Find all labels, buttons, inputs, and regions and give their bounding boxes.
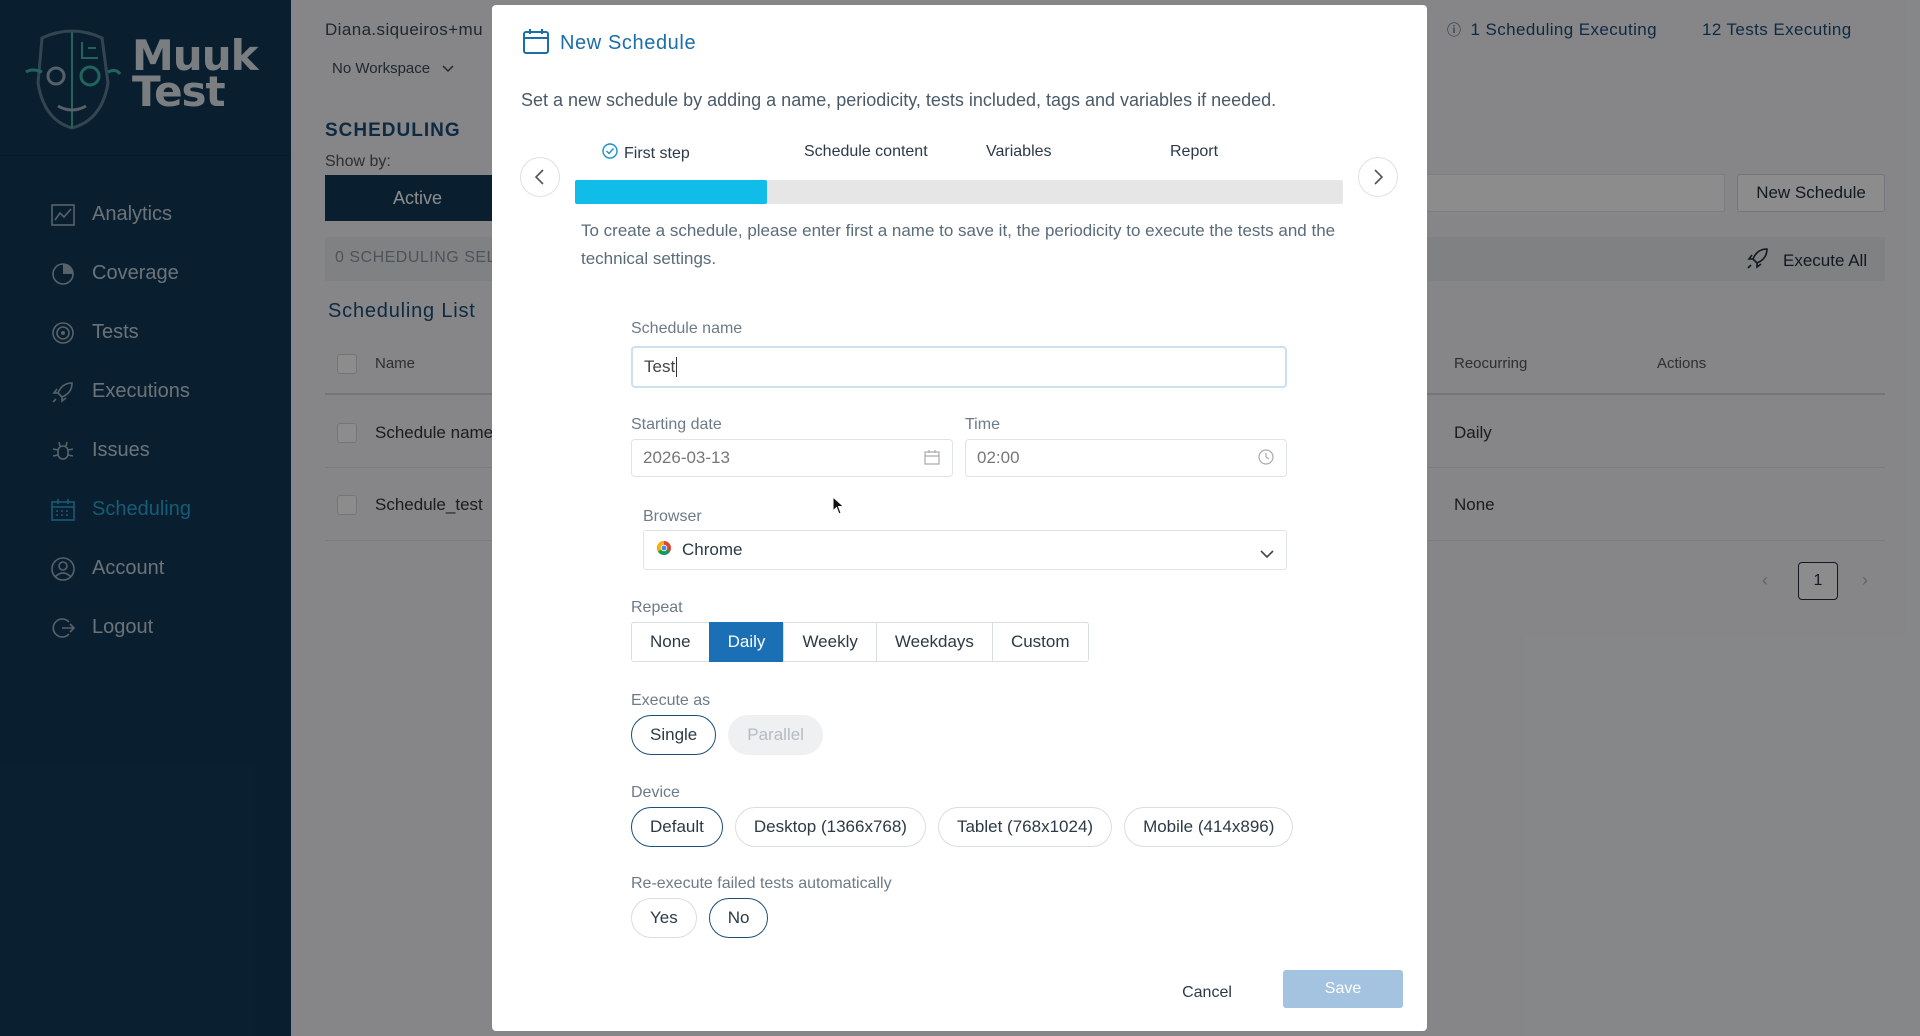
step-label: Variables [986,143,1052,160]
next-step-button[interactable] [1358,157,1398,197]
step-indicator: First step Schedule content Variables Re… [602,143,1242,167]
browser-select[interactable]: Chrome [643,530,1287,570]
device-desktop[interactable]: Desktop (1366x768) [734,807,926,847]
execute-as-options: Single Parallel [631,715,823,755]
new-schedule-modal: New Schedule Set a new schedule by addin… [492,5,1427,1031]
execute-as-label: Execute as [631,692,711,709]
chevron-right-icon [1374,169,1384,185]
step-label: Schedule content [804,143,928,160]
reexecute-no[interactable]: No [708,898,769,938]
chevron-left-icon [534,169,544,185]
step-label: First step [624,144,690,162]
starting-date-value: 2026-03-13 [643,448,730,467]
execute-as-parallel[interactable]: Parallel [728,715,823,755]
modal-description: Set a new schedule by adding a name, per… [521,90,1277,110]
reexecute-yes[interactable]: Yes [631,898,697,938]
cancel-button[interactable]: Cancel [1172,977,1242,1009]
step-label: Report [1170,143,1219,160]
reexecute-label: Re-execute failed tests automatically [631,875,892,892]
modal-header: New Schedule [522,27,696,60]
time-value: 02:00 [977,448,1020,467]
step-progress-fill [575,180,767,204]
step-progress-bar [575,180,1343,204]
device-default[interactable]: Default [631,807,723,847]
text-caret [676,357,678,377]
schedule-name-value: Test [644,357,676,376]
calendar-icon [522,27,550,60]
step-first[interactable]: First step [602,143,690,164]
execute-as-single[interactable]: Single [631,715,717,755]
starting-date-label: Starting date [631,416,722,433]
prev-step-button[interactable] [520,157,560,197]
repeat-option-weekly[interactable]: Weekly [783,622,877,662]
save-button[interactable]: Save [1283,970,1403,1008]
clock-icon [1258,449,1274,470]
reexecute-options: Yes No [631,898,769,938]
device-mobile[interactable]: Mobile (414x896) [1124,807,1294,847]
step-schedule-content[interactable]: Schedule content [804,143,928,161]
repeat-label: Repeat [631,599,683,616]
device-options: Default Desktop (1366x768) Tablet (768x1… [631,807,1294,847]
repeat-option-custom[interactable]: Custom [991,622,1089,662]
starting-date-input[interactable]: 2026-03-13 [631,439,953,477]
time-label: Time [965,416,1000,433]
calendar-icon [924,449,940,470]
browser-label: Browser [643,508,702,525]
chrome-icon [656,540,672,561]
schedule-name-input[interactable]: Test [631,346,1287,388]
step-variables[interactable]: Variables [986,143,1052,161]
modal-title: New Schedule [560,32,697,54]
mouse-pointer-icon [832,495,846,521]
repeat-option-weekdays[interactable]: Weekdays [875,622,993,662]
repeat-segmented-control: None Daily Weekly Weekdays Custom [631,622,1089,662]
browser-value: Chrome [682,540,743,559]
check-circle-icon [602,143,618,164]
chevron-down-icon [1260,544,1274,564]
repeat-option-daily[interactable]: Daily [708,622,785,662]
step-help-text: To create a schedule, please enter first… [581,221,1336,268]
device-tablet[interactable]: Tablet (768x1024) [937,807,1113,847]
time-input[interactable]: 02:00 [965,439,1287,477]
schedule-name-label: Schedule name [631,320,743,337]
device-label: Device [631,784,680,801]
repeat-option-none[interactable]: None [631,622,710,662]
step-report[interactable]: Report [1170,143,1218,161]
